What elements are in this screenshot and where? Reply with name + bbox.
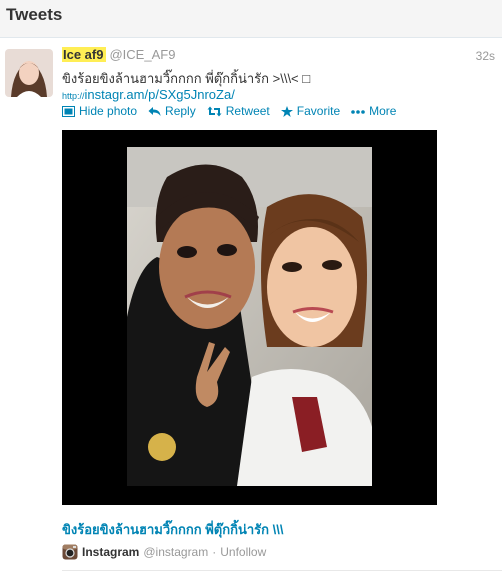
link-protocol: http:// <box>62 91 85 101</box>
tweet-text: ขิงร้อยขิงล้านฮามวิ๊กกกก พี่ตุ๊กกิ้น่ารั… <box>62 71 311 86</box>
reply-button[interactable]: Reply <box>148 104 196 118</box>
source-app-handle[interactable]: @instagram <box>143 545 208 559</box>
media-container[interactable] <box>62 130 437 505</box>
photo-icon <box>62 105 75 117</box>
more-button[interactable]: More <box>351 104 396 118</box>
retweet-label: Retweet <box>225 104 270 118</box>
more-label: More <box>369 104 397 118</box>
tweet-author: Ice af9 @ICE_AF9 <box>62 47 175 62</box>
divider <box>62 570 502 571</box>
author-name[interactable]: Ice af9 <box>62 47 107 62</box>
instagram-icon <box>62 544 78 560</box>
tweet-actions: Hide photo Reply Retweet Favorite More <box>62 104 396 118</box>
reply-icon <box>148 106 161 116</box>
favorite-label: Favorite <box>296 104 341 118</box>
source-app-name[interactable]: Instagram <box>82 545 139 559</box>
timeline-header: Tweets <box>0 0 502 38</box>
photo-image <box>127 147 372 486</box>
more-dots-icon <box>351 109 365 114</box>
unfollow-button[interactable]: Unfollow <box>220 545 266 559</box>
retweet-icon <box>207 106 222 116</box>
favorite-button[interactable]: Favorite <box>280 104 341 118</box>
timeline-title: Tweets <box>6 5 63 24</box>
hide-photo-label: Hide photo <box>79 104 138 118</box>
retweet-button[interactable]: Retweet <box>207 104 270 118</box>
reply-label: Reply <box>165 104 196 118</box>
author-handle[interactable]: @ICE_AF9 <box>109 47 175 62</box>
media-source: Instagram @instagram · Unfollow <box>62 544 266 560</box>
tweet-link[interactable]: http://instagr.am/p/SXg5JnroZa/ <box>62 87 235 102</box>
tweet-photo[interactable] <box>127 147 372 486</box>
tweet-timestamp[interactable]: 32s <box>476 49 495 63</box>
avatar-image <box>5 49 53 97</box>
star-icon <box>280 105 293 117</box>
link-url[interactable]: instagr.am/p/SXg5JnroZa/ <box>85 87 235 102</box>
avatar[interactable] <box>5 49 53 97</box>
media-caption[interactable]: ขิงร้อยขิงล้านฮามวิ๊กกกก พี่ตุ๊กกิ้น่ารั… <box>62 519 283 540</box>
hide-photo-button[interactable]: Hide photo <box>62 104 137 118</box>
tweet: Ice af9 @ICE_AF9 32s ขิงร้อยขิงล้านฮามวิ๊… <box>0 38 502 573</box>
separator-dot: · <box>212 545 217 559</box>
